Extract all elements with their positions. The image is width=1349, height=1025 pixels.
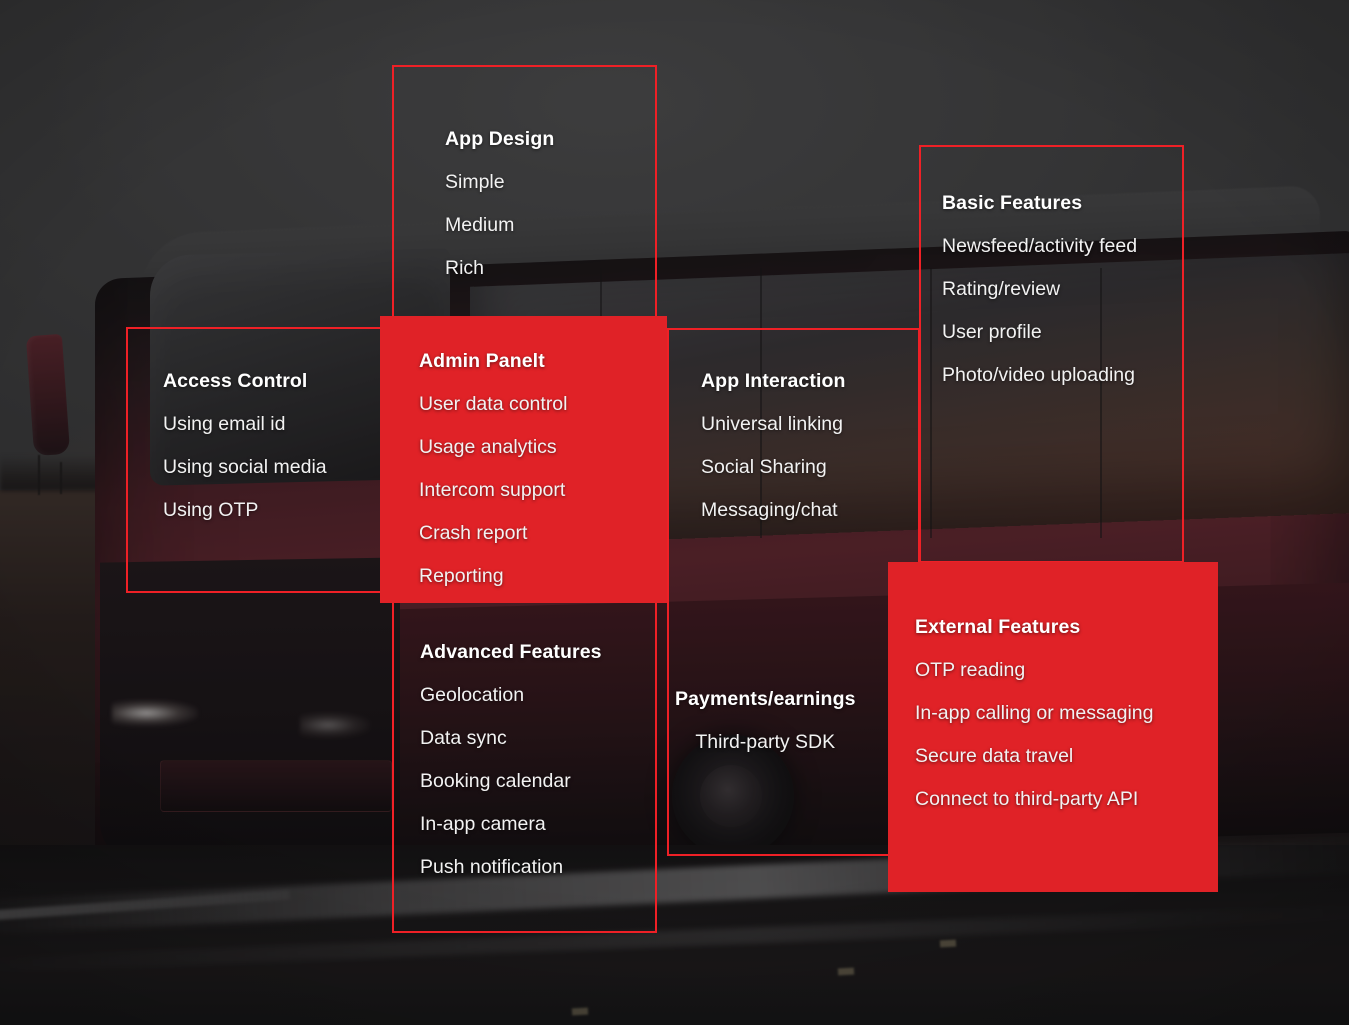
feature-item: Push notification: [420, 856, 564, 878]
feature-item: Rich: [445, 257, 485, 279]
feature-group-app-interaction: App Interaction Universal linking Social…: [701, 370, 846, 522]
feature-group-admin-panel: Admin Panelt User data control Usage ana…: [419, 350, 568, 588]
feature-group-access-control: Access Control Using email id Using soci…: [163, 370, 327, 522]
feature-item: Connect to third-party API: [915, 788, 1139, 810]
feature-item: In-app camera: [420, 813, 546, 835]
feature-item: Intercom support: [419, 479, 566, 501]
feature-item: Geolocation: [420, 684, 525, 706]
feature-title-advanced-features: Advanced Features: [420, 641, 602, 663]
feature-item: Universal linking: [701, 413, 843, 435]
feature-group-payments: Payments/earnings Third-party SDK: [675, 688, 856, 754]
feature-item: Using social media: [163, 456, 327, 478]
feature-map-canvas: App Design Simple Medium Rich Access Con…: [0, 0, 1349, 1025]
feature-item: Booking calendar: [420, 770, 571, 792]
feature-item: User data control: [419, 393, 568, 415]
feature-title-access-control: Access Control: [163, 370, 308, 392]
feature-item: Secure data travel: [915, 745, 1074, 767]
feature-title-external-features: External Features: [915, 616, 1081, 638]
feature-title-payments: Payments/earnings: [675, 688, 856, 710]
feature-item: Medium: [445, 214, 515, 236]
feature-item: Third-party SDK: [695, 731, 836, 753]
feature-item: Data sync: [420, 727, 507, 749]
feature-group-basic-features: Basic Features Newsfeed/activity feed Ra…: [942, 192, 1137, 387]
feature-item: OTP reading: [915, 659, 1026, 681]
feature-item: Social Sharing: [701, 456, 827, 478]
feature-title-app-design: App Design: [445, 128, 555, 150]
feature-item: Messaging/chat: [701, 499, 838, 521]
feature-item: Photo/video uploading: [942, 364, 1135, 386]
feature-group-advanced-features: Advanced Features Geolocation Data sync …: [420, 641, 602, 879]
feature-item: Newsfeed/activity feed: [942, 235, 1138, 257]
feature-item: Rating/review: [942, 278, 1061, 300]
feature-item: Usage analytics: [419, 436, 557, 458]
feature-title-basic-features: Basic Features: [942, 192, 1083, 214]
feature-item: Using email id: [163, 413, 286, 435]
feature-title-admin-panel: Admin Panelt: [419, 350, 545, 372]
feature-group-external-features: External Features OTP reading In-app cal…: [915, 616, 1153, 811]
feature-group-app-design: App Design Simple Medium Rich: [445, 128, 554, 280]
feature-item: Simple: [445, 171, 505, 193]
feature-item: In-app calling or messaging: [915, 702, 1154, 724]
feature-item: User profile: [942, 321, 1042, 343]
feature-item: Using OTP: [163, 499, 259, 521]
feature-title-app-interaction: App Interaction: [701, 370, 846, 392]
feature-item: Crash report: [419, 522, 528, 544]
feature-item: Reporting: [419, 565, 504, 587]
